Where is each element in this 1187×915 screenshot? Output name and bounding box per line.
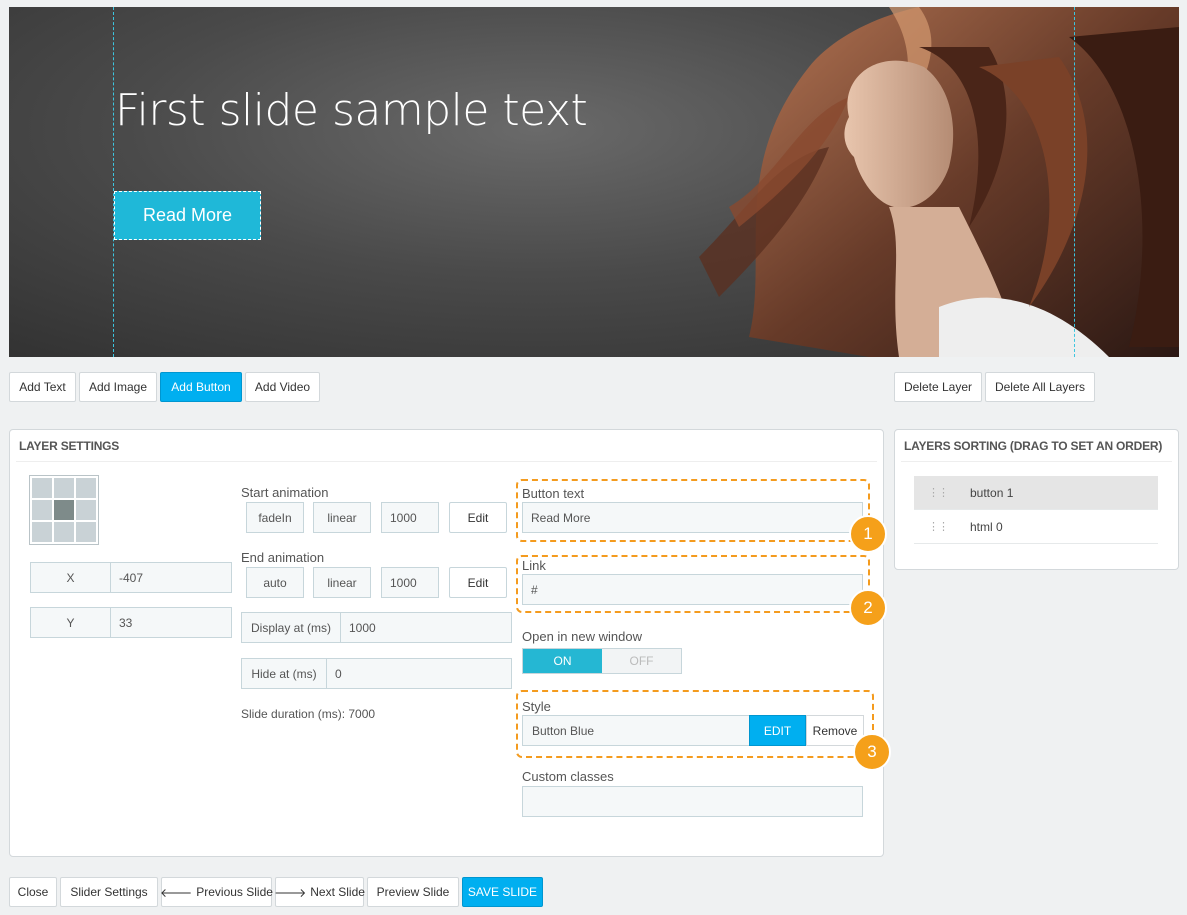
right-guide-line xyxy=(1074,7,1075,357)
toggle-on[interactable]: ON xyxy=(523,649,602,673)
y-field[interactable]: Y 33 xyxy=(30,607,232,638)
left-guide-line xyxy=(113,7,114,357)
start-duration-input[interactable]: 1000 xyxy=(381,502,439,533)
end-animation-edit-button[interactable]: Edit xyxy=(449,567,507,598)
drag-handle-icon[interactable]: ⋮⋮ xyxy=(914,487,962,498)
display-at-value[interactable]: 1000 xyxy=(341,621,376,635)
slide-title-layer[interactable]: First slide sample text xyxy=(115,85,588,136)
delete-layer-button[interactable]: Delete Layer xyxy=(894,372,982,402)
layers-sorting-panel: LAYERS SORTING (DRAG TO SET AN ORDER) ⋮⋮… xyxy=(894,429,1179,570)
x-field[interactable]: X -407 xyxy=(30,562,232,593)
button-text-value[interactable]: Read More xyxy=(523,511,590,525)
display-at-label: Display at (ms) xyxy=(242,613,341,642)
link-label: Link xyxy=(522,558,546,573)
open-new-window-toggle[interactable]: ON OFF xyxy=(522,648,682,674)
style-label: Style xyxy=(522,699,551,714)
style-value: Button Blue xyxy=(532,723,595,738)
custom-classes-label: Custom classes xyxy=(522,769,614,784)
x-value[interactable]: -407 xyxy=(111,571,143,585)
start-easing-select[interactable]: linear xyxy=(313,502,371,533)
add-video-button[interactable]: Add Video xyxy=(245,372,320,402)
add-button-button[interactable]: Add Button xyxy=(160,372,242,402)
callout-badge-3: 3 xyxy=(853,733,891,771)
layer-item-name: button 1 xyxy=(970,485,1014,500)
slider-settings-button[interactable]: Slider Settings xyxy=(60,877,158,907)
portrait-image xyxy=(699,7,1179,357)
y-label: Y xyxy=(31,608,111,637)
slide-duration-text: Slide duration (ms): 7000 xyxy=(241,707,376,721)
callout-badge-1: 1 xyxy=(849,515,887,553)
layer-item[interactable]: ⋮⋮ button 1 xyxy=(914,476,1158,510)
open-new-window-label: Open in new window xyxy=(522,629,642,644)
button-text-input[interactable]: Read More xyxy=(522,502,863,533)
hide-at-label: Hide at (ms) xyxy=(242,659,327,688)
anchor-bottom-left[interactable] xyxy=(32,522,52,542)
divider xyxy=(901,461,1172,462)
add-image-button[interactable]: Add Image xyxy=(79,372,157,402)
next-slide-label: Next Slide xyxy=(310,885,365,899)
anchor-middle-right[interactable] xyxy=(76,500,96,520)
custom-classes-input[interactable] xyxy=(522,786,863,817)
add-text-button[interactable]: Add Text xyxy=(9,372,76,402)
button-text-label: Button text xyxy=(522,486,585,501)
anchor-middle-left[interactable] xyxy=(32,500,52,520)
layer-item-name: html 0 xyxy=(970,519,1003,534)
end-animation-label: End animation xyxy=(241,550,325,565)
y-value[interactable]: 33 xyxy=(111,616,132,630)
anchor-center[interactable] xyxy=(54,500,74,520)
preview-slide-button[interactable]: Preview Slide xyxy=(367,877,459,907)
display-at-field[interactable]: Display at (ms) 1000 xyxy=(241,612,512,643)
anchor-top-right[interactable] xyxy=(76,478,96,498)
position-anchor-grid[interactable] xyxy=(29,475,99,545)
layer-settings-heading: LAYER SETTINGS xyxy=(19,439,120,453)
layer-item[interactable]: ⋮⋮ html 0 xyxy=(914,510,1158,544)
end-effect-select[interactable]: auto xyxy=(246,567,304,598)
anchor-top-left[interactable] xyxy=(32,478,52,498)
close-button[interactable]: Close xyxy=(9,877,57,907)
previous-slide-label: Previous Slide xyxy=(196,885,273,899)
arrow-right-icon: 🡒 xyxy=(274,885,307,900)
x-label: X xyxy=(31,563,111,592)
anchor-bottom-right[interactable] xyxy=(76,522,96,542)
save-slide-button[interactable]: SAVE SLIDE xyxy=(462,877,543,907)
hide-at-value[interactable]: 0 xyxy=(327,667,342,681)
slide-preview[interactable]: First slide sample text Read More xyxy=(9,7,1179,357)
layers-sorting-heading: LAYERS SORTING (DRAG TO SET AN ORDER) xyxy=(904,439,1163,453)
delete-all-layers-button[interactable]: Delete All Layers xyxy=(985,372,1095,402)
end-duration-input[interactable]: 1000 xyxy=(381,567,439,598)
slide-button-layer[interactable]: Read More xyxy=(114,191,261,240)
next-slide-button[interactable]: 🡒 Next Slide xyxy=(274,877,365,907)
arrow-left-icon: 🡐 xyxy=(160,885,193,900)
drag-handle-icon[interactable]: ⋮⋮ xyxy=(914,521,962,532)
start-animation-label: Start animation xyxy=(241,485,329,500)
anchor-bottom-center[interactable] xyxy=(54,522,74,542)
start-animation-edit-button[interactable]: Edit xyxy=(449,502,507,533)
divider xyxy=(16,461,877,462)
previous-slide-button[interactable]: 🡐 Previous Slide xyxy=(160,877,273,907)
toggle-off[interactable]: OFF xyxy=(602,649,681,673)
link-value[interactable]: # xyxy=(523,583,538,597)
hide-at-field[interactable]: Hide at (ms) 0 xyxy=(241,658,512,689)
end-easing-select[interactable]: linear xyxy=(313,567,371,598)
style-edit-button[interactable]: EDIT xyxy=(749,715,806,746)
layer-settings-panel: LAYER SETTINGS X -407 Y 33 Start animati… xyxy=(9,429,891,857)
callout-badge-2: 2 xyxy=(849,589,887,627)
link-input[interactable]: # xyxy=(522,574,863,605)
anchor-top-center[interactable] xyxy=(54,478,74,498)
style-select[interactable]: Button Blue xyxy=(522,715,750,746)
start-effect-select[interactable]: fadeIn xyxy=(246,502,304,533)
